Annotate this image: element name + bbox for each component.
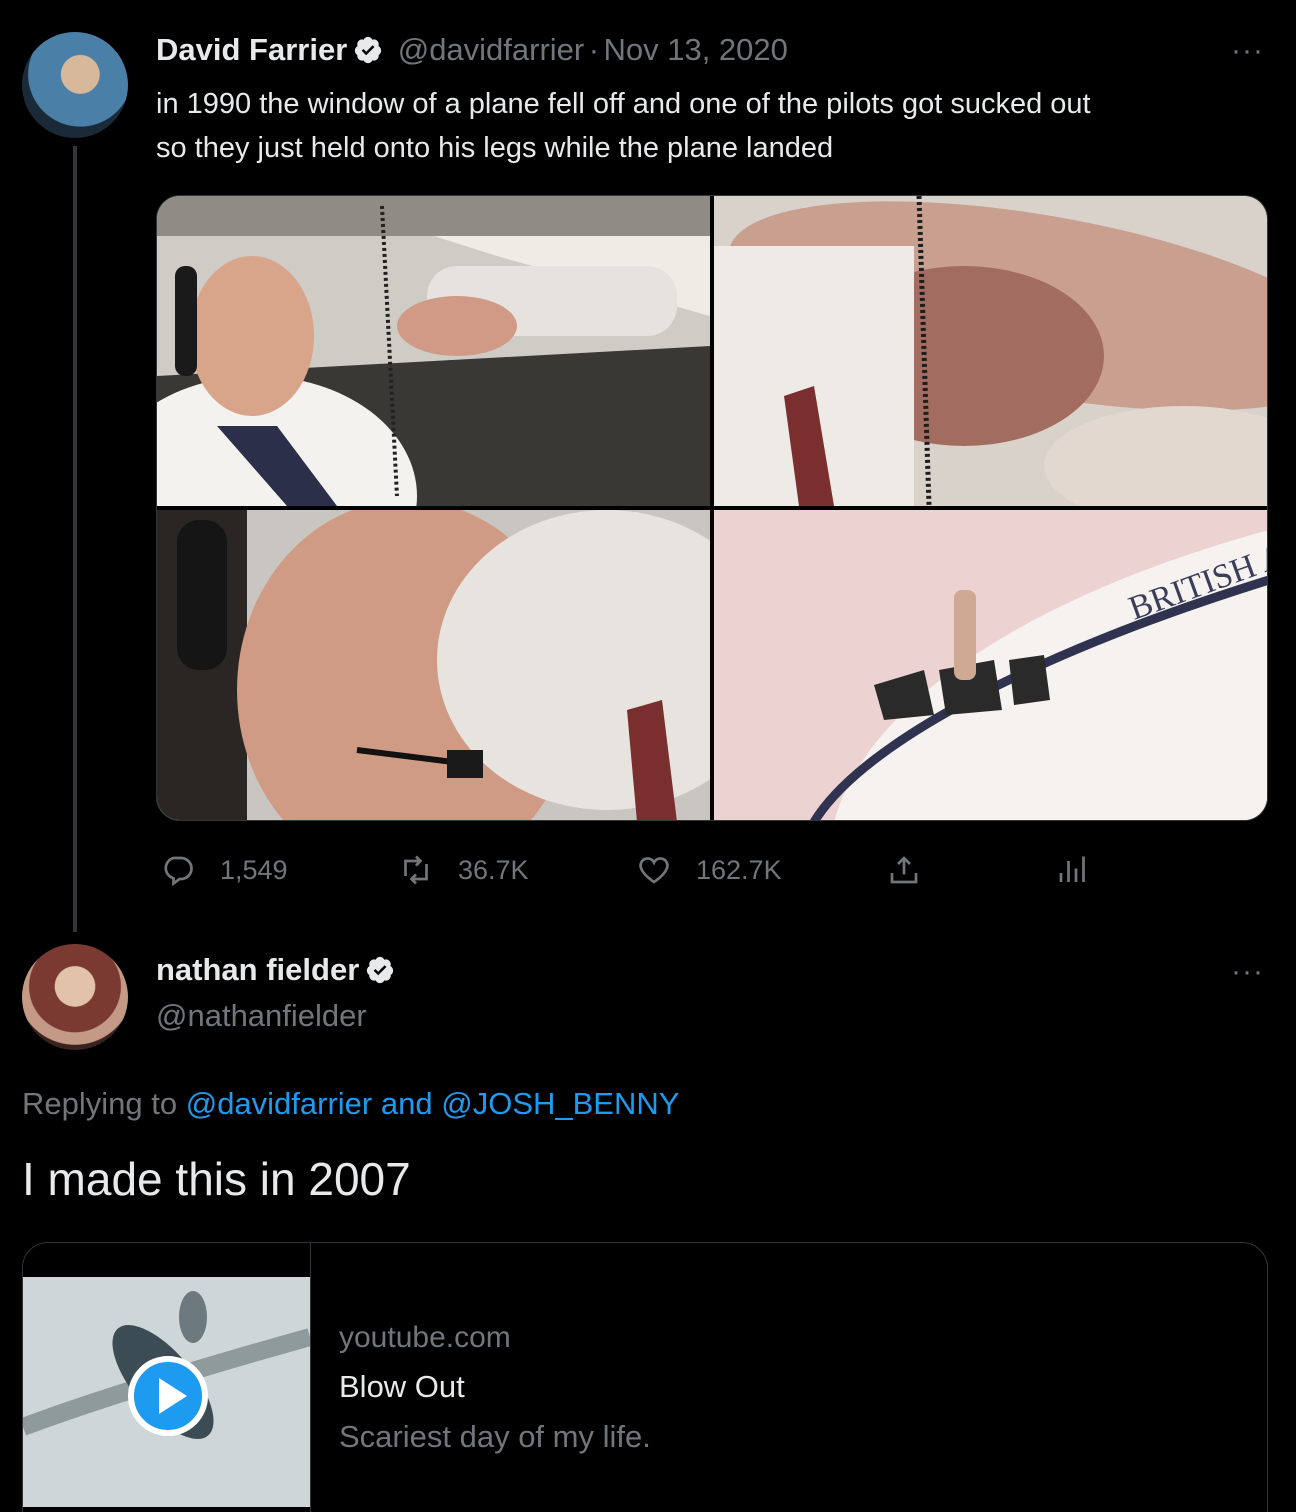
- tweet2-author-handle[interactable]: @nathanfielder: [156, 998, 367, 1034]
- tweet2-text: I made this in 2007: [22, 1153, 411, 1205]
- reply-icon: [164, 856, 193, 887]
- card-title: Blow Out: [339, 1369, 465, 1404]
- share-button[interactable]: [886, 852, 946, 888]
- tweet2-author-name[interactable]: nathan fielder: [156, 952, 359, 987]
- retweet-button[interactable]: 36.7K: [398, 852, 529, 888]
- retweet-count: 36.7K: [458, 854, 529, 885]
- play-icon[interactable]: [119, 1347, 217, 1445]
- verified-badge-icon: [355, 36, 382, 64]
- verified-badge-icon: [367, 956, 394, 984]
- thread-connector-line: [73, 146, 77, 932]
- photo-2-pilot-held[interactable]: [714, 196, 1267, 506]
- retweet-icon: [404, 855, 428, 885]
- photo-1-cockpit-pilot[interactable]: [157, 196, 710, 506]
- tweet1-photo-grid: BRITISH A: [156, 195, 1268, 821]
- tweet1-text: in 1990 the window of a plane fell off a…: [156, 82, 1266, 170]
- reply-count: 1,549: [220, 854, 288, 885]
- replying-and: and: [380, 1086, 433, 1121]
- replying-to: Replying to @davidfarrier and @JOSH_BENN…: [22, 1086, 679, 1122]
- mention-josh-benny[interactable]: @JOSH_BENNY: [441, 1086, 679, 1121]
- card-description: Scariest day of my life.: [339, 1419, 651, 1454]
- tweet1-header: David Farrier @davidfarrier · Nov 13, 20…: [156, 32, 788, 68]
- like-icon: [639, 857, 669, 884]
- mention-davidfarrier[interactable]: @davidfarrier: [186, 1086, 373, 1121]
- tweet1-date[interactable]: Nov 13, 2020: [603, 32, 787, 67]
- tweet2-header: nathan fielder: [156, 952, 395, 988]
- more-icon[interactable]: ···: [1231, 955, 1264, 989]
- share-icon: [890, 856, 918, 884]
- like-button[interactable]: 162.7K: [636, 852, 782, 888]
- card-domain: youtube.com: [339, 1321, 511, 1354]
- replying-prefix: Replying to: [22, 1086, 178, 1121]
- reply-button[interactable]: 1,549: [160, 852, 288, 888]
- like-count: 162.7K: [696, 854, 782, 885]
- photo-3-pilot-closeup[interactable]: [157, 510, 710, 820]
- separator-dot: ·: [588, 32, 600, 67]
- nathan-fielder-avatar[interactable]: [22, 944, 128, 1050]
- more-icon[interactable]: ···: [1231, 34, 1264, 68]
- david-farrier-avatar[interactable]: [22, 32, 128, 138]
- tweet1-author-name[interactable]: David Farrier: [156, 32, 347, 67]
- tweet1-text-line2: so they just held onto his legs while th…: [156, 132, 834, 164]
- analytics-icon: [1059, 856, 1085, 882]
- analytics-button[interactable]: [1052, 852, 1112, 888]
- tweet1-text-line1: in 1990 the window of a plane fell off a…: [156, 88, 1091, 120]
- photo-4-plane-nose[interactable]: BRITISH A: [714, 510, 1267, 820]
- tweet1-author-handle[interactable]: @davidfarrier: [398, 32, 585, 67]
